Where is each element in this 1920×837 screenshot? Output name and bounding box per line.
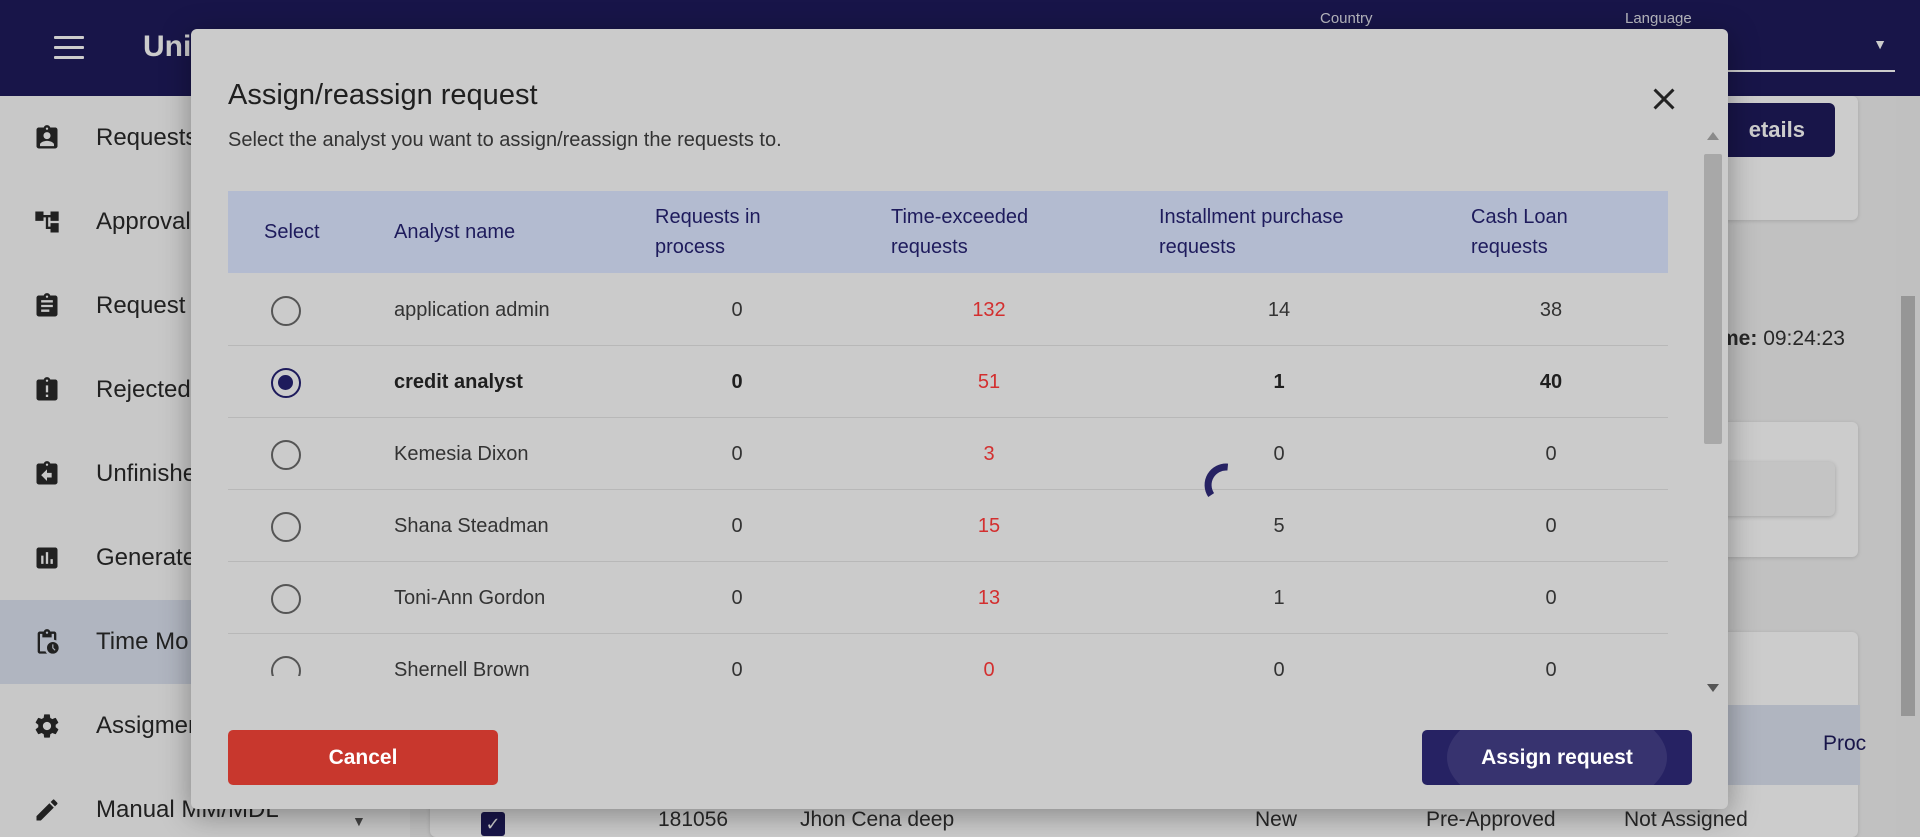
analyst-table-header: Select Analyst name Requests in process … bbox=[228, 191, 1668, 273]
requests-in-process: 0 bbox=[731, 658, 743, 677]
time-exceeded-requests: 51 bbox=[977, 370, 1001, 393]
select-radio[interactable] bbox=[271, 440, 301, 470]
cash-loan-requests: 0 bbox=[1545, 658, 1557, 677]
assign-dialog: Assign/reassign request Select the analy… bbox=[191, 29, 1728, 809]
installment-requests: 5 bbox=[1273, 514, 1285, 537]
requests-in-process: 0 bbox=[731, 586, 743, 609]
col-select: Select bbox=[264, 221, 320, 243]
table-row[interactable]: Kemesia Dixon 0 3 0 0 bbox=[228, 418, 1668, 490]
col-analyst-name: Analyst name bbox=[394, 221, 516, 243]
table-row[interactable]: credit analyst 0 51 1 40 bbox=[228, 346, 1668, 418]
dialog-scrollbar-thumb[interactable] bbox=[1704, 154, 1722, 444]
analyst-name: credit analyst bbox=[394, 370, 523, 393]
dialog-subtitle: Select the analyst you want to assign/re… bbox=[228, 129, 782, 151]
requests-in-process: 0 bbox=[731, 298, 743, 321]
assign-request-label: Assign request bbox=[1481, 745, 1633, 769]
analyst-name: Shernell Brown bbox=[394, 658, 530, 677]
col-label-line: requests bbox=[1471, 236, 1548, 258]
col-label-line: Requests in bbox=[655, 206, 761, 228]
close-icon[interactable] bbox=[1646, 81, 1682, 117]
analyst-name: application admin bbox=[394, 298, 550, 321]
col-label-line: Installment purchase bbox=[1159, 206, 1344, 228]
col-label-line: requests bbox=[1159, 236, 1236, 258]
col-label-line: process bbox=[655, 236, 726, 258]
col-label-line: Cash Loan bbox=[1471, 206, 1568, 228]
cash-loan-requests: 38 bbox=[1539, 298, 1563, 321]
loading-spinner-icon bbox=[1191, 458, 1231, 498]
select-radio[interactable] bbox=[271, 296, 301, 326]
analyst-name: Shana Steadman bbox=[394, 514, 549, 537]
col-cash-loan: Cash Loan requests bbox=[1471, 191, 1568, 273]
analyst-table: Select Analyst name Requests in process … bbox=[228, 191, 1668, 676]
requests-in-process: 0 bbox=[731, 514, 743, 537]
table-row[interactable]: Shana Steadman 0 15 5 0 bbox=[228, 490, 1668, 562]
cash-loan-requests: 0 bbox=[1545, 514, 1557, 537]
select-radio[interactable] bbox=[271, 368, 301, 398]
time-exceeded-requests: 3 bbox=[983, 442, 995, 465]
analyst-name: Kemesia Dixon bbox=[394, 442, 529, 465]
scroll-up-arrow-icon[interactable] bbox=[1707, 132, 1719, 140]
table-row[interactable]: Toni-Ann Gordon 0 13 1 0 bbox=[228, 562, 1668, 634]
analyst-name: Toni-Ann Gordon bbox=[394, 586, 546, 609]
installment-requests: 1 bbox=[1273, 586, 1285, 609]
time-exceeded-requests: 132 bbox=[972, 298, 1006, 321]
table-row[interactable]: Shernell Brown 0 0 0 0 bbox=[228, 634, 1668, 676]
installment-requests: 0 bbox=[1273, 658, 1285, 677]
assign-request-button[interactable]: Assign request bbox=[1422, 730, 1692, 785]
cash-loan-requests: 0 bbox=[1545, 586, 1557, 609]
table-row[interactable]: application admin 0 132 14 38 bbox=[228, 274, 1668, 346]
installment-requests: 14 bbox=[1267, 298, 1291, 321]
col-label-line: requests bbox=[891, 236, 968, 258]
select-radio[interactable] bbox=[271, 656, 301, 676]
cash-loan-requests: 0 bbox=[1545, 442, 1557, 465]
time-exceeded-requests: 0 bbox=[983, 658, 995, 677]
scroll-down-arrow-icon[interactable] bbox=[1707, 684, 1719, 692]
cash-loan-requests: 40 bbox=[1539, 370, 1563, 393]
installment-requests: 1 bbox=[1273, 370, 1285, 393]
select-radio[interactable] bbox=[271, 584, 301, 614]
col-installment: Installment purchase requests bbox=[1159, 191, 1344, 273]
col-requests-in-process: Requests in process bbox=[655, 191, 761, 273]
dialog-title: Assign/reassign request bbox=[228, 79, 538, 111]
cancel-button[interactable]: Cancel bbox=[228, 730, 498, 785]
col-label-line: Time-exceeded bbox=[891, 206, 1029, 228]
select-radio[interactable] bbox=[271, 512, 301, 542]
col-time-exceeded: Time-exceeded requests bbox=[891, 191, 1028, 273]
requests-in-process: 0 bbox=[731, 370, 743, 393]
installment-requests: 0 bbox=[1273, 442, 1285, 465]
requests-in-process: 0 bbox=[731, 442, 743, 465]
dialog-scrollbar[interactable] bbox=[1702, 124, 1724, 698]
time-exceeded-requests: 13 bbox=[977, 586, 1001, 609]
time-exceeded-requests: 15 bbox=[977, 514, 1001, 537]
